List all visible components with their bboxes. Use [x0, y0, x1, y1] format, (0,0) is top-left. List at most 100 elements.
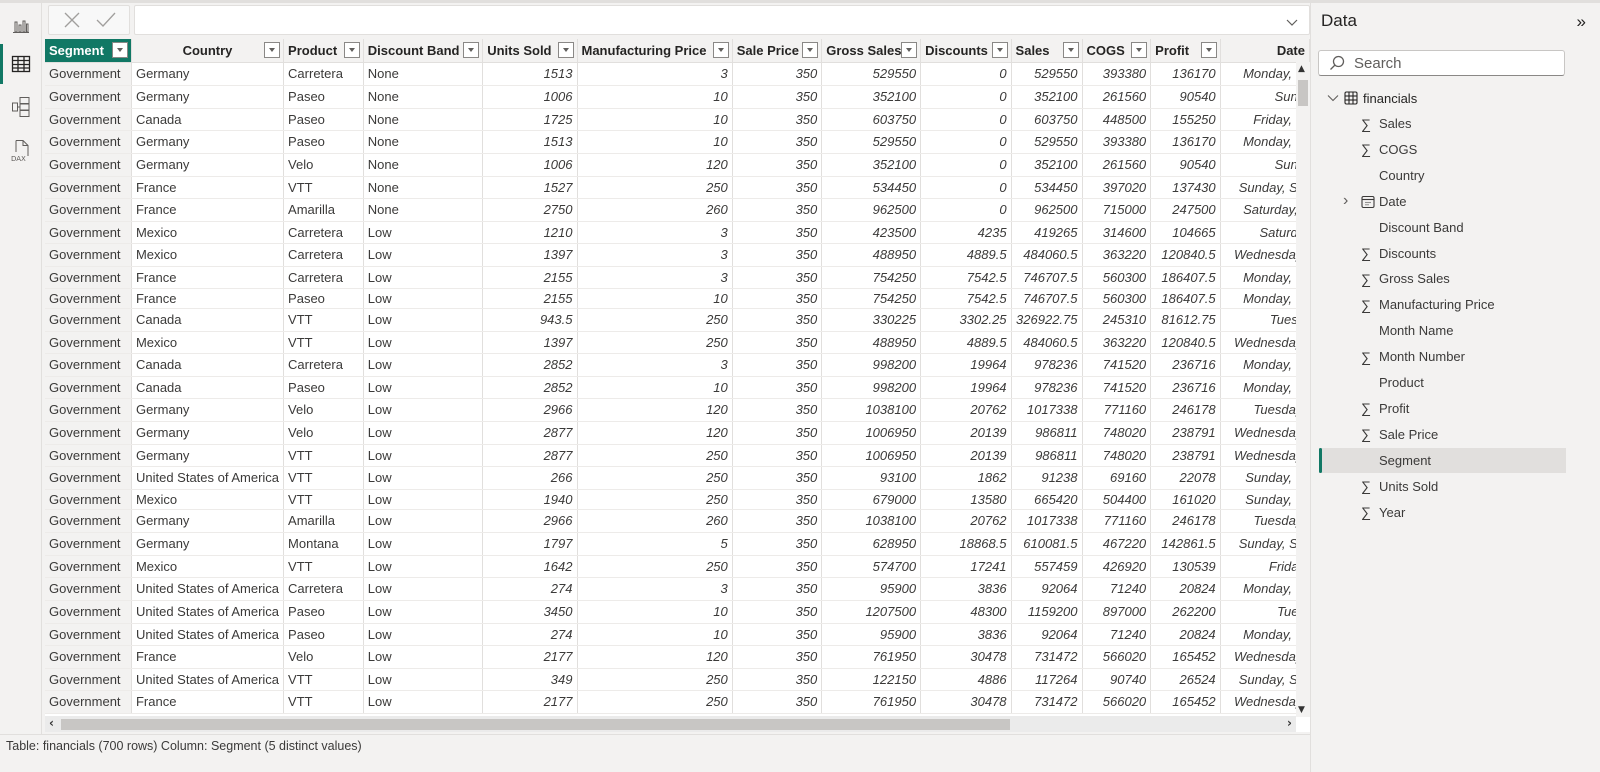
cell-sale-price[interactable]: 350: [732, 577, 823, 601]
cell-sales[interactable]: 352100: [1011, 85, 1083, 109]
cell-product[interactable]: Amarilla: [283, 509, 364, 533]
cell-manufacturing-price[interactable]: 5: [577, 532, 733, 556]
cell-sales[interactable]: 534450: [1011, 176, 1083, 199]
cell-sale-price[interactable]: 350: [732, 555, 823, 578]
cell-units-sold[interactable]: 1642: [482, 555, 578, 578]
filter-dropdown-button[interactable]: [712, 42, 729, 58]
cell-manufacturing-price[interactable]: 250: [577, 176, 733, 199]
cell-product[interactable]: VTT: [283, 690, 364, 714]
cell-segment[interactable]: Government: [45, 153, 132, 177]
cell-country[interactable]: Germany: [131, 532, 285, 556]
cell-units-sold[interactable]: 1940: [482, 489, 578, 510]
cell-gross-sales[interactable]: 93100: [821, 466, 922, 490]
cell-cogs[interactable]: 397020: [1082, 176, 1152, 199]
cell-units-sold[interactable]: 2155: [482, 266, 578, 289]
cell-segment[interactable]: Government: [45, 623, 132, 646]
cell-units-sold[interactable]: 1397: [482, 243, 578, 267]
cell-units-sold[interactable]: 1210: [482, 221, 578, 244]
cell-discounts[interactable]: 4235: [920, 221, 1012, 244]
field-gross-sales[interactable]: ∑ Gross Sales: [1319, 266, 1566, 291]
cell-discount-band[interactable]: Low: [363, 288, 484, 309]
cell-discount-band[interactable]: None: [363, 130, 484, 154]
cell-cogs[interactable]: 71240: [1082, 623, 1152, 646]
cell-profit[interactable]: 137430: [1150, 176, 1221, 199]
cell-discounts[interactable]: 18868.5: [920, 532, 1012, 556]
cell-product[interactable]: Paseo: [283, 376, 364, 399]
cell-gross-sales[interactable]: 488950: [821, 243, 922, 267]
cell-discount-band[interactable]: Low: [363, 600, 484, 624]
model-view-button[interactable]: [0, 87, 42, 127]
cell-discount-band[interactable]: Low: [363, 331, 484, 354]
cell-gross-sales[interactable]: 962500: [821, 198, 922, 222]
cell-manufacturing-price[interactable]: 10: [577, 600, 733, 624]
column-header-date[interactable]: Date: [1220, 39, 1310, 63]
cell-profit[interactable]: 90540: [1150, 153, 1221, 177]
cell-segment[interactable]: Government: [45, 308, 132, 332]
cell-manufacturing-price[interactable]: 10: [577, 623, 733, 646]
cell-cogs[interactable]: 69160: [1082, 466, 1152, 490]
cell-sale-price[interactable]: 350: [732, 645, 823, 669]
cell-discount-band[interactable]: Low: [363, 398, 484, 422]
cell-country[interactable]: Germany: [131, 509, 285, 533]
cell-profit[interactable]: 104665: [1150, 221, 1221, 244]
cell-gross-sales[interactable]: 998200: [821, 353, 922, 377]
cell-gross-sales[interactable]: 488950: [821, 331, 922, 354]
scroll-up-icon[interactable]: ▲: [1298, 64, 1305, 74]
cell-discounts[interactable]: 20762: [920, 398, 1012, 422]
cell-sales[interactable]: 91238: [1011, 466, 1083, 490]
column-header-sales[interactable]: Sales: [1011, 39, 1083, 63]
cell-segment[interactable]: Government: [45, 288, 132, 309]
cell-country[interactable]: United States of America: [131, 577, 285, 601]
cell-cogs[interactable]: 715000: [1082, 198, 1152, 222]
column-header-segment[interactable]: Segment: [45, 39, 132, 63]
column-header-discounts[interactable]: Discounts: [920, 39, 1012, 63]
cell-sale-price[interactable]: 350: [732, 509, 823, 533]
cell-profit[interactable]: 236716: [1150, 353, 1221, 377]
cell-country[interactable]: France: [131, 198, 285, 222]
cell-country[interactable]: Germany: [131, 130, 285, 154]
cell-segment[interactable]: Government: [45, 62, 132, 86]
cell-units-sold[interactable]: 1513: [482, 130, 578, 154]
column-header-manufacturing-price[interactable]: Manufacturing Price: [577, 39, 733, 63]
cell-discounts[interactable]: 3302.25: [920, 308, 1012, 332]
cell-manufacturing-price[interactable]: 120: [577, 153, 733, 177]
cell-manufacturing-price[interactable]: 120: [577, 398, 733, 422]
cell-sales[interactable]: 92064: [1011, 623, 1083, 646]
cell-cogs[interactable]: 566020: [1082, 690, 1152, 714]
cell-gross-sales[interactable]: 1207500: [821, 600, 922, 624]
cell-sales[interactable]: 92064: [1011, 577, 1083, 601]
cell-discounts[interactable]: 0: [920, 130, 1012, 154]
cell-sales[interactable]: 1159200: [1011, 600, 1083, 624]
cell-sale-price[interactable]: 350: [732, 198, 823, 222]
cell-product[interactable]: VTT: [283, 331, 364, 354]
cell-discounts[interactable]: 0: [920, 62, 1012, 86]
cell-sale-price[interactable]: 350: [732, 331, 823, 354]
cell-product[interactable]: Montana: [283, 532, 364, 556]
cell-gross-sales[interactable]: 1038100: [821, 509, 922, 533]
field-units-sold[interactable]: ∑ Units Sold: [1319, 474, 1566, 499]
cell-product[interactable]: Velo: [283, 153, 364, 177]
cell-segment[interactable]: Government: [45, 645, 132, 669]
cell-discount-band[interactable]: Low: [363, 577, 484, 601]
cell-sale-price[interactable]: 350: [732, 308, 823, 332]
field-discounts[interactable]: ∑ Discounts: [1319, 241, 1566, 266]
cell-manufacturing-price[interactable]: 250: [577, 466, 733, 490]
cell-cogs[interactable]: 748020: [1082, 444, 1152, 467]
cell-units-sold[interactable]: 2966: [482, 398, 578, 422]
cell-product[interactable]: Paseo: [283, 108, 364, 131]
cell-cogs[interactable]: 560300: [1082, 266, 1152, 289]
cell-country[interactable]: Germany: [131, 153, 285, 177]
formula-input[interactable]: [134, 5, 1310, 35]
cell-profit[interactable]: 165452: [1150, 645, 1221, 669]
filter-dropdown-button[interactable]: [901, 42, 918, 58]
cell-segment[interactable]: Government: [45, 489, 132, 510]
cell-product[interactable]: Velo: [283, 398, 364, 422]
cell-profit[interactable]: 90540: [1150, 85, 1221, 109]
cell-discounts[interactable]: 4886: [920, 668, 1012, 691]
cell-segment[interactable]: Government: [45, 221, 132, 244]
cell-gross-sales[interactable]: 679000: [821, 489, 922, 510]
cell-discounts[interactable]: 19964: [920, 353, 1012, 377]
cell-units-sold[interactable]: 3450: [482, 600, 578, 624]
cell-units-sold[interactable]: 2877: [482, 444, 578, 467]
cell-profit[interactable]: 81612.75: [1150, 308, 1221, 332]
